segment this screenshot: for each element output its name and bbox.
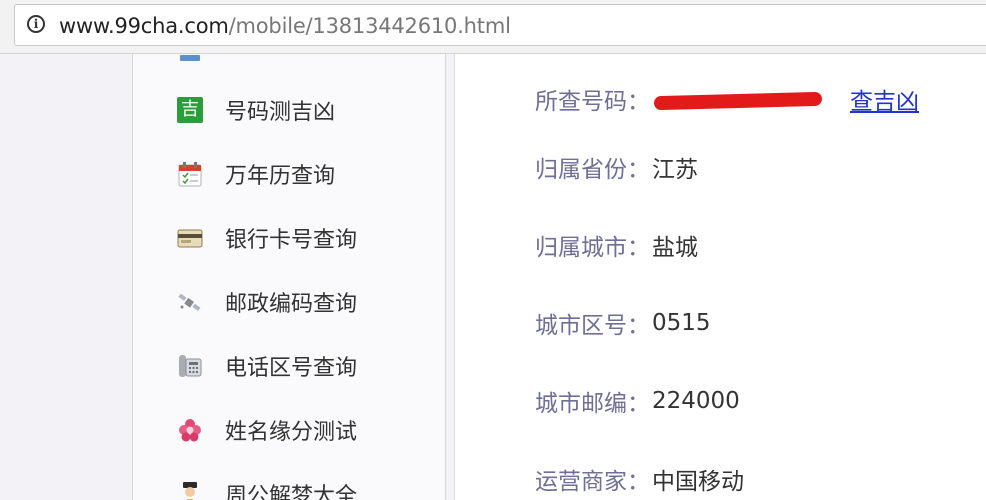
check-luck-link[interactable]: 查吉凶 — [850, 82, 919, 116]
sidebar-item-label: 姓名缘分测试 — [225, 420, 358, 445]
sidebar-item-hidden[interactable] — [177, 54, 225, 68]
result-row-area-code: 城市区号： 0515 — [535, 306, 711, 340]
sidebar-item-label: 周公解梦大全 — [225, 484, 358, 500]
sidebar: 吉 号码测吉凶 万年历查询 银行卡号查询 邮政编码查询 电话区号查询 姓名缘分测… — [132, 54, 446, 500]
satellite-icon — [177, 289, 203, 315]
bank-card-icon — [177, 225, 203, 251]
sidebar-item-name-match[interactable]: 姓名缘分测试 — [177, 410, 357, 450]
result-row-postcode: 城市邮编： 224000 — [535, 384, 740, 418]
field-value: 中国移动 — [652, 469, 744, 495]
sidebar-item-dream[interactable]: 周公解梦大全 — [177, 474, 357, 500]
info-icon[interactable]: i — [27, 15, 45, 33]
ji-glyph: 吉 — [177, 97, 203, 123]
result-row-number: 所查号码： 查吉凶 — [535, 82, 919, 116]
field-value: 224000 — [652, 388, 740, 414]
sidebar-item-area-code[interactable]: 电话区号查询 — [177, 346, 357, 386]
field-label: 归属省份： — [535, 157, 650, 183]
calendar-icon — [177, 161, 203, 187]
sidebar-item-postcode[interactable]: 邮政编码查询 — [177, 282, 357, 322]
sidebar-item-bank-card[interactable]: 银行卡号查询 — [177, 218, 357, 258]
field-label: 运营商家： — [535, 469, 650, 495]
sidebar-item-calendar[interactable]: 万年历查询 — [177, 154, 335, 194]
ji-icon: 吉 — [177, 97, 203, 123]
field-label: 城市区号： — [535, 313, 650, 339]
browser-toolbar: i www.99cha.com/mobile/13813442610.html — [0, 0, 986, 54]
telephone-icon — [177, 353, 203, 379]
field-value: 江苏 — [652, 157, 698, 183]
field-label: 城市邮编： — [535, 391, 650, 417]
address-bar[interactable]: i www.99cha.com/mobile/13813442610.html — [14, 4, 986, 46]
lookup-result-panel: 所查号码： 查吉凶 归属省份： 江苏 归属城市： 盐城 城市区号： 0515 城… — [454, 54, 986, 500]
page-margin — [0, 54, 132, 500]
sidebar-item-label: 邮政编码查询 — [225, 292, 358, 317]
figure-icon — [177, 481, 203, 500]
field-value: 0515 — [652, 310, 711, 336]
field-label: 归属城市： — [535, 235, 650, 261]
sidebar-item-number-luck[interactable]: 吉 号码测吉凶 — [177, 90, 335, 130]
url-path: /mobile/13813442610.html — [228, 14, 511, 38]
result-row-city: 归属城市： 盐城 — [535, 228, 698, 262]
url-host: www.99cha.com — [59, 14, 229, 38]
page-gutter — [446, 54, 454, 500]
sidebar-item-label: 电话区号查询 — [225, 356, 358, 381]
sidebar-item-label: 万年历查询 — [225, 164, 336, 189]
result-row-carrier: 运营商家： 中国移动 — [535, 462, 744, 496]
sidebar-item-label: 号码测吉凶 — [225, 100, 336, 125]
field-label: 所查号码： — [535, 89, 650, 115]
flower-icon — [177, 417, 203, 443]
redacted-number — [653, 91, 823, 111]
field-value: 盐城 — [652, 235, 698, 261]
sidebar-item-label: 银行卡号查询 — [225, 228, 358, 253]
url-text[interactable]: www.99cha.com/mobile/13813442610.html — [59, 13, 511, 39]
partial-icon — [177, 54, 203, 61]
result-row-province: 归属省份： 江苏 — [535, 150, 698, 184]
